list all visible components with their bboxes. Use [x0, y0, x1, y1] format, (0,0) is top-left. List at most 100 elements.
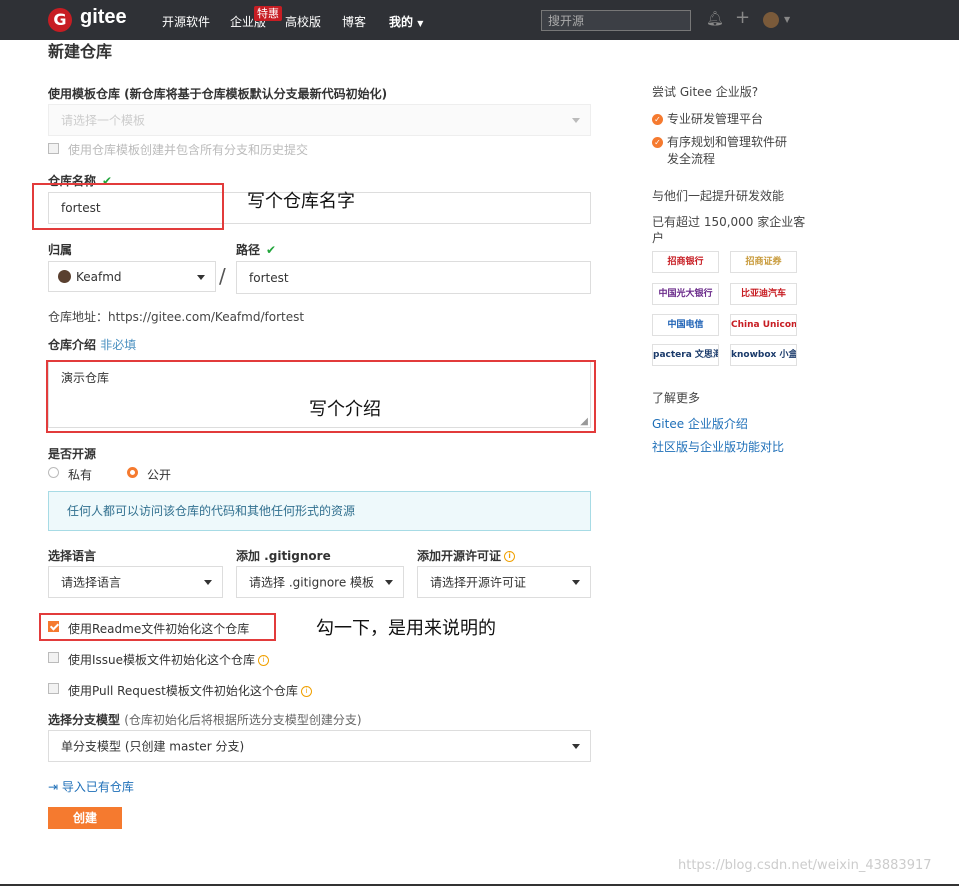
- user-avatar[interactable]: [763, 12, 779, 28]
- template-placeholder: 请选择一个模板: [61, 113, 146, 128]
- sidebar-feature-2-cont: 发全流程: [667, 152, 716, 166]
- branch-model-label-text: 选择分支模型: [48, 713, 121, 727]
- chevron-down-icon: ▼: [417, 19, 424, 28]
- top-nav-bar: G gitee 开源软件 企业版 特惠 高校版 博客 我的 ▼ 搜开源 🔔︎ +…: [0, 0, 959, 40]
- nav-mine[interactable]: 我的 ▼: [389, 13, 423, 30]
- gitee-logo[interactable]: G: [48, 8, 72, 32]
- path-label-text: 路径: [236, 243, 261, 257]
- caret-down-icon: [572, 118, 580, 123]
- issue-template-text: 使用Issue模板文件初始化这个仓库: [68, 653, 256, 667]
- owner-avatar: [58, 270, 71, 283]
- language-select[interactable]: 请选择语言: [48, 566, 223, 598]
- public-radio[interactable]: [127, 467, 138, 478]
- annotation-desc: 写个介绍: [309, 399, 381, 420]
- sidebar-count: 已有超过 150,000 家企业客: [652, 215, 806, 229]
- create-button[interactable]: 创建: [48, 807, 122, 829]
- sidebar-try-enterprise: 尝试 Gitee 企业版?: [652, 85, 759, 99]
- description-label: 仓库介绍 非必填: [48, 336, 136, 353]
- issue-template-checkbox[interactable]: [48, 652, 59, 663]
- public-label: 公开: [147, 468, 172, 482]
- template-label: 使用模板仓库 (新仓库将基于仓库模板默认分支最新代码初始化): [48, 87, 388, 101]
- issue-template-label: 使用Issue模板文件初始化这个仓库 i: [68, 651, 270, 668]
- logo-byd: 比亚迪汽车: [730, 283, 797, 305]
- optional-tag: 非必填: [100, 338, 137, 352]
- template-history-label: 使用仓库模板创建并包含所有分支和历史提交: [68, 143, 309, 157]
- search-input[interactable]: 搜开源: [541, 10, 691, 31]
- branch-model-label: 选择分支模型 (仓库初始化后将根据所选分支模型创建分支): [48, 711, 362, 728]
- nav-university[interactable]: 高校版: [285, 13, 321, 30]
- sidebar-feature-2-text: 有序规划和管理软件研: [667, 135, 788, 149]
- path-label: 路径 ✔: [236, 241, 276, 258]
- sidebar-together: 与他们一起提升研发效能: [652, 189, 785, 203]
- gitignore-select[interactable]: 请选择 .gitignore 模板: [236, 566, 404, 598]
- caret-down-icon: [385, 580, 393, 585]
- info-icon[interactable]: i: [258, 655, 270, 666]
- annotation-readme: 勾一下，是用来说明的: [316, 618, 496, 639]
- owner-select[interactable]: Keafmd: [48, 261, 216, 292]
- enterprise-intro-link[interactable]: Gitee 企业版介绍: [652, 415, 748, 432]
- logo-pactera: pactera 文思海辉: [652, 344, 719, 366]
- check-circle-icon: ✓: [652, 137, 663, 148]
- caret-down-icon: [572, 744, 580, 749]
- annotation-name: 写个仓库名字: [247, 191, 355, 212]
- branch-model-sub: (仓库初始化后将根据所选分支模型创建分支): [124, 713, 362, 727]
- path-separator: /: [219, 264, 226, 288]
- caret-down-icon: [204, 580, 212, 585]
- page-title: 新建仓库: [48, 42, 113, 61]
- repo-address: 仓库地址：https://gitee.com/Keafmd/fortest: [48, 310, 305, 324]
- sidebar-feature-1: ✓ 专业研发管理平台: [652, 110, 763, 127]
- license-label-text: 添加开源许可证: [417, 549, 502, 563]
- gitee-logo-text[interactable]: gitee: [80, 6, 127, 29]
- license-select[interactable]: 请选择开源许可证: [417, 566, 591, 598]
- gitignore-label: 添加 .gitignore: [236, 549, 331, 563]
- logo-ceb: 中国光大银行: [652, 283, 719, 305]
- annotation-box-readme: [39, 613, 276, 641]
- path-input[interactable]: fortest: [236, 261, 591, 294]
- private-radio[interactable]: [48, 467, 59, 478]
- nav-mine-label: 我的: [389, 15, 414, 29]
- logo-unicom: China Unicom: [730, 314, 797, 336]
- language-value: 请选择语言: [61, 575, 122, 590]
- logo-cmb: 招商银行: [652, 251, 719, 273]
- license-label: 添加开源许可证 i: [417, 547, 516, 564]
- sidebar-feature-1-text: 专业研发管理平台: [667, 112, 764, 126]
- promo-badge: 特惠: [254, 6, 282, 21]
- import-icon: ⇥: [48, 780, 59, 794]
- logo-cms: 招商证券: [730, 251, 797, 273]
- sidebar-feature-2: ✓ 有序规划和管理软件研: [652, 133, 787, 150]
- owner-label: 归属: [48, 243, 73, 257]
- caret-down-icon: [197, 274, 205, 280]
- owner-value: Keafmd: [76, 269, 122, 284]
- branch-model-select[interactable]: 单分支模型 (只创建 master 分支): [48, 730, 591, 762]
- open-source-label: 是否开源: [48, 447, 97, 461]
- chevron-down-icon[interactable]: ▼: [784, 15, 790, 24]
- annotation-box-name: [32, 183, 224, 230]
- import-repo-link[interactable]: ⇥ 导入已有仓库: [48, 778, 134, 795]
- visibility-notice: 任何人都可以访问该仓库的代码和其他任何形式的资源: [48, 491, 591, 531]
- gitignore-value: 请选择 .gitignore 模板: [249, 575, 375, 590]
- logo-telecom: 中国电信: [652, 314, 719, 336]
- plus-icon[interactable]: +: [735, 7, 750, 28]
- nav-open-source[interactable]: 开源软件: [162, 13, 210, 30]
- private-label: 私有: [68, 468, 93, 482]
- language-label: 选择语言: [48, 549, 97, 563]
- watermark: https://blog.csdn.net/weixin_43883917: [678, 858, 932, 873]
- path-value: fortest: [249, 270, 289, 285]
- sidebar-count-cont: 户: [652, 231, 665, 245]
- template-select[interactable]: 请选择一个模板: [48, 104, 591, 136]
- bell-icon[interactable]: 🔔︎: [706, 11, 724, 27]
- import-repo-text: 导入已有仓库: [61, 780, 134, 794]
- pr-template-checkbox[interactable]: [48, 683, 59, 694]
- edition-compare-link[interactable]: 社区版与企业版功能对比: [652, 438, 784, 455]
- info-icon[interactable]: i: [300, 686, 312, 697]
- check-icon: ✔: [266, 243, 277, 257]
- branch-model-value: 单分支模型 (只创建 master 分支): [61, 739, 245, 754]
- description-label-text: 仓库介绍: [48, 338, 97, 352]
- license-value: 请选择开源许可证: [430, 575, 527, 590]
- sidebar-learn-more: 了解更多: [652, 391, 701, 405]
- info-icon[interactable]: i: [504, 551, 516, 562]
- caret-down-icon: [572, 580, 580, 585]
- template-history-checkbox[interactable]: [48, 143, 59, 154]
- nav-blog[interactable]: 博客: [342, 13, 366, 30]
- check-circle-icon: ✓: [652, 114, 663, 125]
